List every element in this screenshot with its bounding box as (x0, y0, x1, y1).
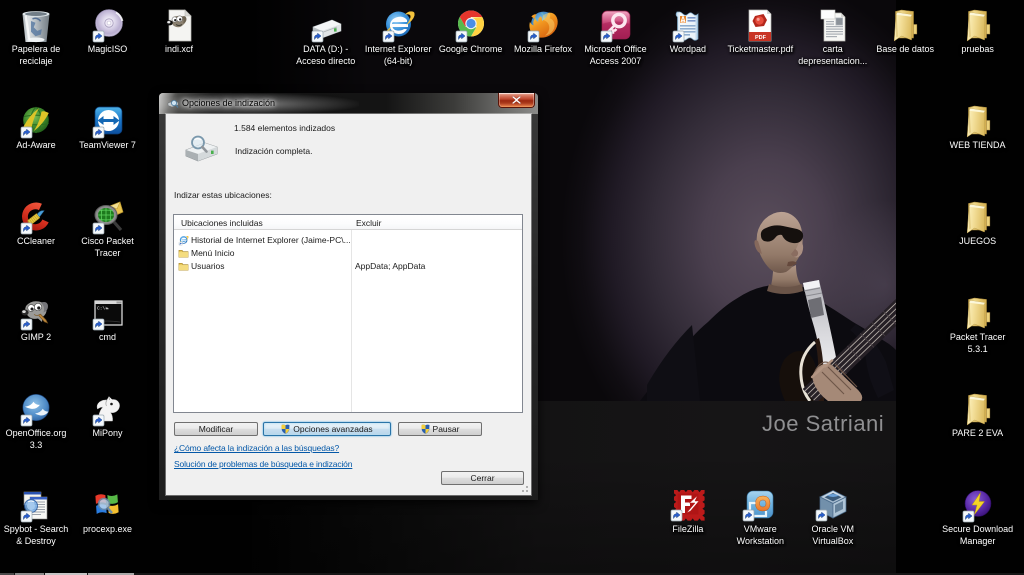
svg-text:PDF: PDF (755, 35, 767, 41)
